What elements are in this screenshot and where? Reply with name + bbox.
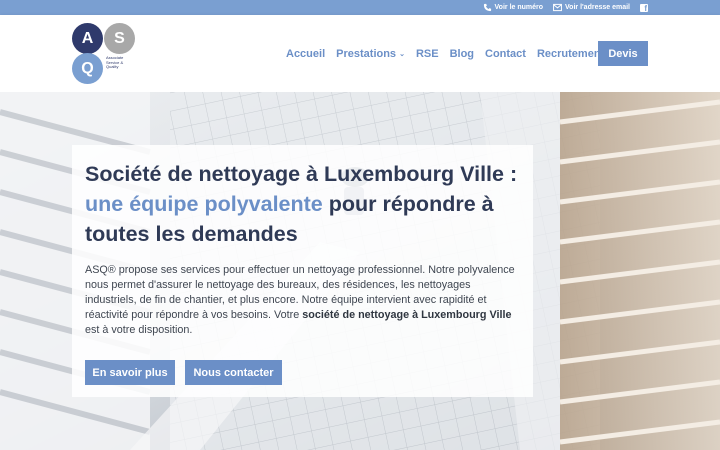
nav-contact[interactable]: Contact <box>485 48 526 60</box>
logo-subtitle: Associate Service & Quality <box>106 55 124 69</box>
nav-prestations[interactable]: Prestations ⌄ <box>336 48 405 60</box>
hero-paragraph-end: est à votre disposition. <box>85 324 193 336</box>
en-savoir-plus-button[interactable]: En savoir plus <box>85 360 175 385</box>
nav-blog[interactable]: Blog <box>450 48 474 60</box>
top-bar: Voir le numéro Voir l'adresse email f <box>0 0 720 15</box>
hero-title-highlight: une équipe polyvalente <box>85 192 323 216</box>
phone-link[interactable]: Voir le numéro <box>483 3 544 12</box>
nav-accueil[interactable]: Accueil <box>286 48 325 60</box>
chevron-down-icon: ⌄ <box>399 51 405 58</box>
nav-prestations-label: Prestations <box>336 48 397 60</box>
nav-rse[interactable]: RSE <box>416 48 439 60</box>
phone-label: Voir le numéro <box>494 4 544 11</box>
envelope-icon <box>553 3 562 12</box>
email-label: Voir l'adresse email <box>565 4 630 11</box>
hero-title: Société de nettoyage à Luxembourg Ville … <box>85 159 525 249</box>
logo-circle-s: S <box>104 23 135 54</box>
nav-recrutement[interactable]: Recrutement <box>537 48 604 60</box>
hero-paragraph: ASQ® propose ses services pour effectuer… <box>85 263 523 338</box>
hero-title-part1: Société de nettoyage à Luxembourg Ville … <box>85 162 518 186</box>
site-header: A S Q Associate Service & Quality Accuei… <box>0 15 720 92</box>
hero-section: Société de nettoyage à Luxembourg Ville … <box>0 92 720 450</box>
hero-paragraph-bold: société de nettoyage à Luxembourg Ville <box>302 309 512 321</box>
email-link[interactable]: Voir l'adresse email <box>553 3 630 12</box>
logo-circle-a: A <box>72 23 103 54</box>
devis-button[interactable]: Devis <box>598 41 648 66</box>
nous-contacter-button[interactable]: Nous contacter <box>185 360 282 385</box>
hero-card: Société de nettoyage à Luxembourg Ville … <box>72 145 533 397</box>
phone-icon <box>483 3 492 12</box>
asq-logo[interactable]: A S Q Associate Service & Quality <box>72 23 136 85</box>
main-nav: Accueil Prestations ⌄ RSE Blog Contact R… <box>286 48 615 60</box>
logo-circle-q: Q <box>72 53 103 84</box>
facebook-icon[interactable]: f <box>640 3 648 12</box>
